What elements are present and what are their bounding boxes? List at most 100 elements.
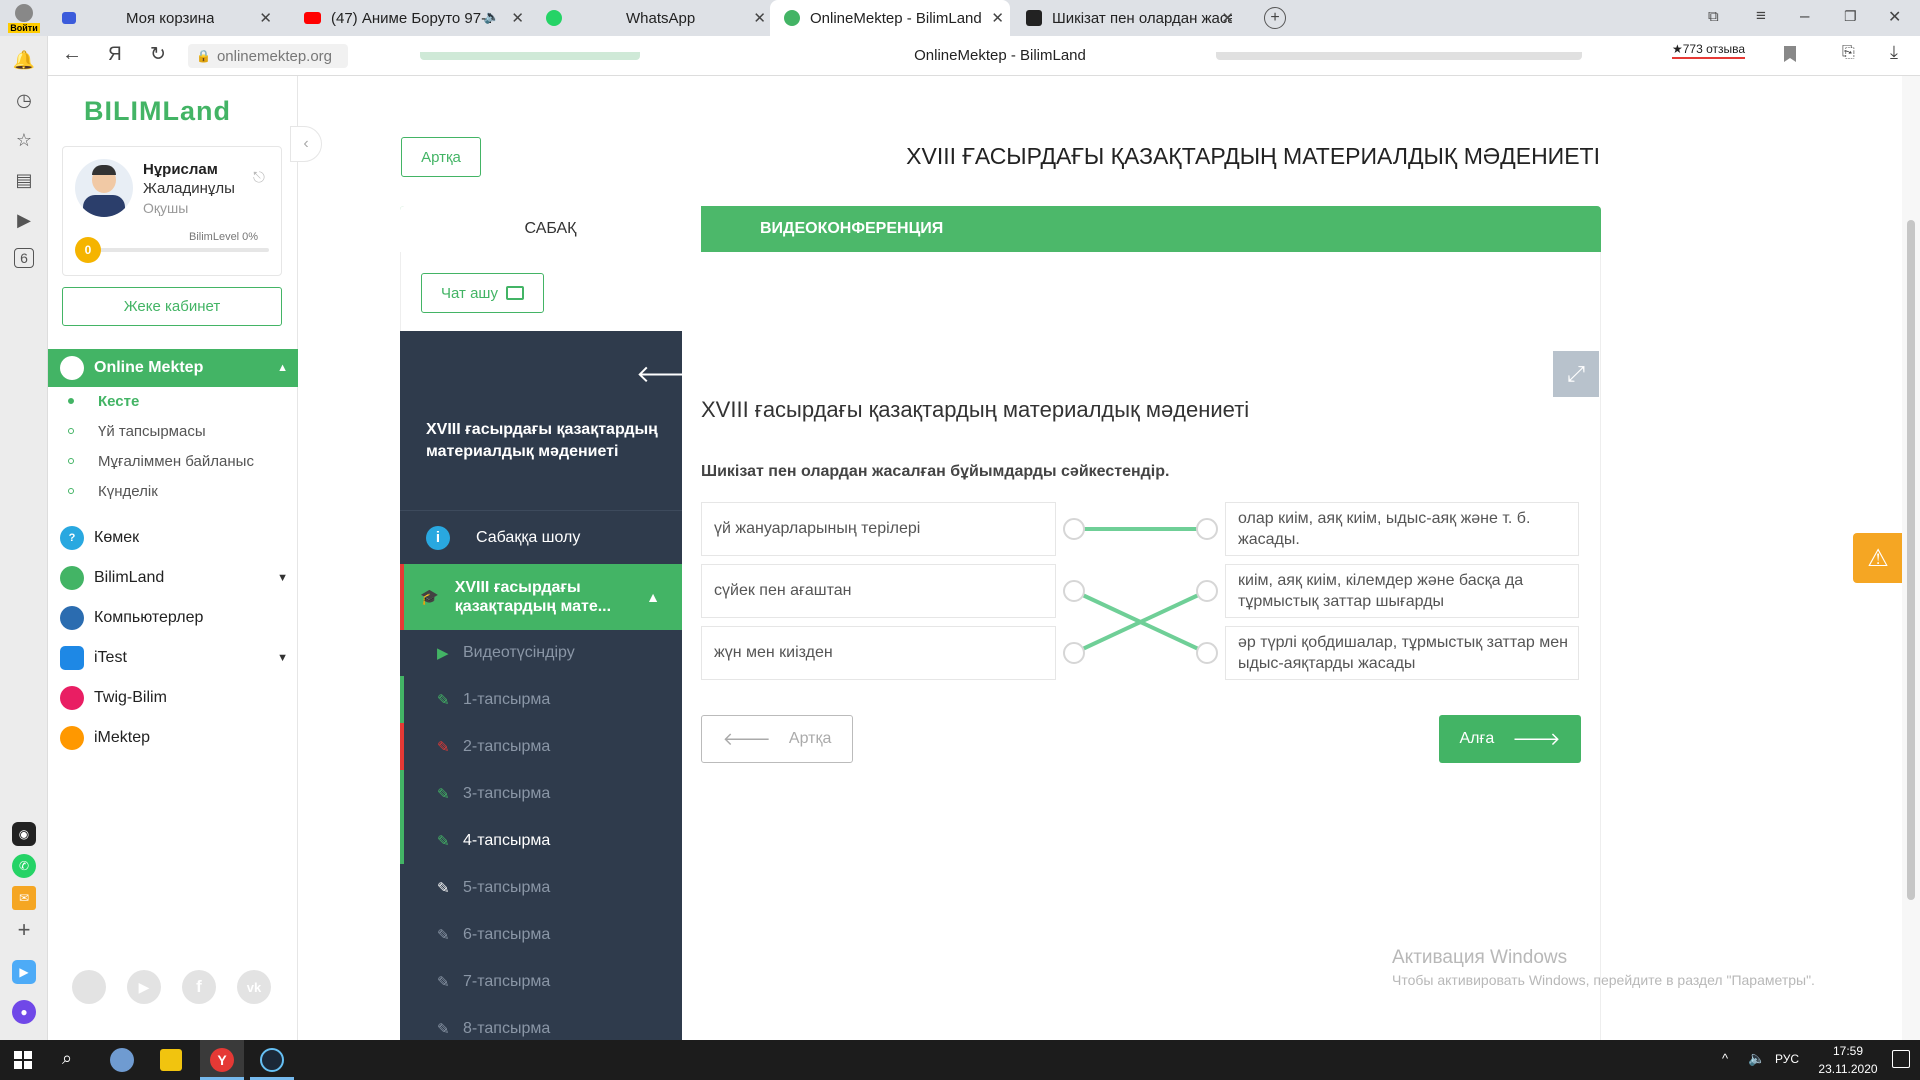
lesson-current[interactable]: 🎓 XVIII ғасырдағы қазақтардың мате... ▲ — [400, 564, 682, 630]
match-left-1[interactable]: үй жануарларының терілері — [701, 502, 1056, 556]
match-left-3[interactable]: жүн мен киізден — [701, 626, 1056, 680]
sidebar-item-teacher-contact[interactable]: Мұғаліммен байланыс — [98, 453, 254, 470]
item-task-3[interactable]: ✎ 3-тапсырма — [400, 770, 682, 817]
connector-dot[interactable] — [1063, 580, 1085, 602]
assistant-icon[interactable]: ● — [12, 1000, 36, 1024]
tab-videoconference[interactable]: ВИДЕОКОНФЕРЕНЦИЯ — [760, 206, 943, 252]
sidebar-item-computers[interactable]: Компьютерлер — [48, 606, 298, 630]
instagram-icon[interactable] — [72, 970, 106, 1004]
match-right-3[interactable]: әр түрлі қобдишалар, тұрмыстық заттар ме… — [1225, 626, 1579, 680]
tab-youtube[interactable]: (47) Аниме Боруто 97-10 🔈 ✕ — [290, 0, 530, 36]
mail-icon[interactable]: ✉ — [12, 886, 36, 910]
tab-cart[interactable]: Моя корзина ✕ — [48, 0, 288, 36]
online-mektep-section[interactable]: Online Mektep ▲ — [48, 349, 298, 387]
notifications-icon[interactable] — [1892, 1050, 1910, 1068]
tab-lesson[interactable]: САБАҚ — [400, 206, 701, 252]
language-indicator[interactable]: РУС — [1775, 1052, 1799, 1066]
close-icon[interactable]: ✕ — [1221, 9, 1234, 27]
connector-dot[interactable] — [1196, 580, 1218, 602]
fullscreen-icon[interactable]: ⤢ — [1553, 351, 1599, 397]
connector-dot[interactable] — [1063, 642, 1085, 664]
add-icon[interactable]: + — [12, 917, 36, 942]
yandex-icon[interactable]: Я — [108, 44, 122, 66]
facebook-icon[interactable]: f — [182, 970, 216, 1004]
connector-dot[interactable] — [1196, 642, 1218, 664]
bookmark-icon[interactable] — [1784, 46, 1796, 62]
close-icon[interactable]: ✕ — [753, 9, 766, 27]
menu-icon[interactable]: ≡ — [1756, 6, 1766, 26]
item-video[interactable]: ▶ Видеотүсіндіру — [400, 629, 682, 676]
lesson-overview[interactable]: i Сабаққа шолу — [400, 510, 682, 564]
reload-icon[interactable]: ↻ — [150, 43, 166, 66]
collapse-sidebar-button[interactable]: ‹ — [290, 126, 322, 162]
back-icon[interactable]: ← — [62, 43, 82, 66]
item-task-1[interactable]: ✎ 1-тапсырма — [400, 676, 682, 723]
counter-icon[interactable]: 6 — [14, 248, 34, 268]
history-icon[interactable]: ◷ — [12, 88, 36, 112]
alice-icon[interactable]: ◉ — [12, 822, 36, 846]
whatsapp-icon[interactable]: ✆ — [12, 854, 36, 878]
app-taskbar-icon[interactable] — [110, 1048, 134, 1072]
prev-button[interactable]: 🡐 Артқа — [701, 715, 853, 763]
close-icon[interactable]: ✕ — [511, 9, 524, 27]
close-icon[interactable]: ✕ — [259, 9, 272, 27]
download-icon[interactable]: ⤓ — [1890, 42, 1898, 63]
explorer-icon[interactable] — [160, 1049, 182, 1071]
sidebar-item-itest[interactable]: iTest ▼ — [48, 646, 298, 670]
search-icon[interactable]: ⌕ — [62, 1048, 72, 1069]
sidebar-item-imektep[interactable]: iMektep — [48, 726, 298, 750]
next-button[interactable]: Алға 🡒 — [1439, 715, 1581, 763]
play-icon[interactable]: ▶ — [12, 208, 36, 232]
logout-icon[interactable]: ⎋ — [253, 169, 265, 186]
match-right-1[interactable]: олар киім, аяқ киім, ыдыс-аяқ және т. б.… — [1225, 502, 1579, 556]
match-left-2[interactable]: сүйек пен ағаштан — [701, 564, 1056, 618]
profile-button[interactable]: Войти — [0, 0, 48, 36]
connector-dot[interactable] — [1063, 518, 1085, 540]
scrollbar-thumb[interactable] — [1907, 220, 1915, 900]
star-icon[interactable]: ☆ — [12, 128, 36, 152]
sidebar-item-homework[interactable]: Үй тапсырмасы — [98, 423, 206, 440]
logo[interactable]: BILIMLand — [84, 96, 231, 127]
app-icon[interactable]: ▶ — [12, 960, 36, 984]
sidebar-item-help[interactable]: ? Көмек — [48, 526, 298, 550]
connector-dot[interactable] — [1196, 518, 1218, 540]
personal-cabinet-button[interactable]: Жеке кабинет — [62, 287, 282, 326]
tab-whatsapp[interactable]: WhatsApp ✕ — [532, 0, 772, 36]
close-icon[interactable]: ✕ — [991, 9, 1004, 27]
sidebar-item-twig[interactable]: Twig-Bilim — [48, 686, 298, 710]
scrollbar[interactable] — [1902, 76, 1920, 1040]
new-tab-button[interactable]: + — [1264, 7, 1286, 29]
volume-icon[interactable]: 🔈 — [1748, 1050, 1765, 1067]
item-task-2[interactable]: ✎ 2-тапсырма — [400, 723, 682, 770]
restore-icon[interactable]: ❐ — [1844, 8, 1857, 25]
sidebar-item-diary[interactable]: Күнделік — [98, 483, 158, 500]
avatar[interactable] — [75, 159, 133, 217]
reviews-badge[interactable]: ★773 отзыва — [1672, 42, 1746, 59]
back-button[interactable]: Артқа — [401, 137, 481, 177]
collections-icon[interactable]: ⎘ — [1842, 44, 1855, 62]
match-connectors[interactable] — [1060, 500, 1225, 680]
item-task-5[interactable]: ✎ 5-тапсырма — [400, 864, 682, 911]
sidebar-item-schedule[interactable]: Кесте — [98, 393, 139, 410]
open-chat-button[interactable]: Чат ашу — [421, 273, 544, 313]
url-field[interactable]: 🔒 onlinemektep.org — [188, 44, 348, 68]
close-window-icon[interactable]: ✕ — [1888, 7, 1901, 27]
item-task-7[interactable]: ✎ 7-тапсырма — [400, 958, 682, 1005]
warning-icon[interactable]: ⚠ — [1853, 533, 1903, 583]
chevron-up-icon[interactable]: ^ — [1722, 1051, 1728, 1066]
match-right-2[interactable]: киім, аяқ киім, кілемдер және басқа да т… — [1225, 564, 1579, 618]
arrow-left-icon[interactable]: 🡐 — [636, 359, 700, 389]
yandex-browser-taskbar[interactable]: Y — [200, 1040, 244, 1080]
item-task-6[interactable]: ✎ 6-тапсырма — [400, 911, 682, 958]
tab-onlinemektep[interactable]: OnlineMektep - BilimLand ✕ — [770, 0, 1010, 36]
item-task-4[interactable]: ✎ 4-тапсырма — [400, 817, 682, 864]
tab-document[interactable]: Шикізат пен олардан жасал ✕ — [1012, 0, 1240, 36]
notifications-icon[interactable]: 🔔 — [12, 48, 36, 72]
tabs-icon[interactable]: ⧉ — [1708, 8, 1719, 25]
clock-date[interactable]: 23.11.2020 — [1812, 1062, 1884, 1076]
windows-start-icon[interactable] — [14, 1051, 32, 1069]
youtube-icon[interactable]: ▶ — [127, 970, 161, 1004]
minimize-icon[interactable]: – — [1800, 6, 1809, 26]
steam-taskbar[interactable] — [250, 1040, 294, 1080]
sidebar-item-bilimland[interactable]: BilimLand ▼ — [48, 566, 298, 590]
